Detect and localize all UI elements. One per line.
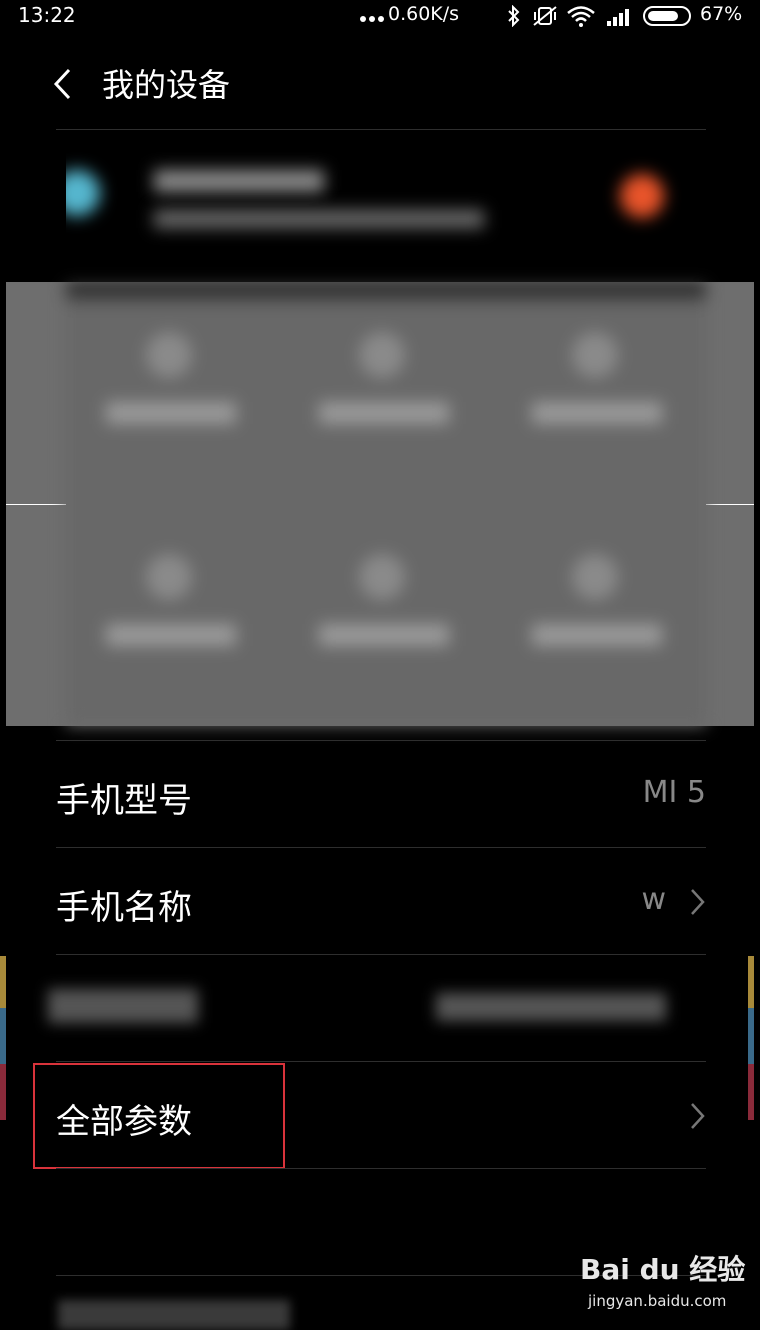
row-redacted[interactable]	[48, 955, 706, 1061]
grid-cell[interactable]	[492, 282, 705, 504]
device-status-dot-icon	[620, 174, 664, 218]
row-value: w	[641, 882, 666, 917]
grid-cell-icon	[359, 332, 405, 378]
grid-cell-label-redacted	[319, 624, 449, 646]
wifi-icon	[567, 6, 595, 27]
row-label-redacted	[58, 1300, 290, 1330]
edge-strip	[0, 1064, 6, 1120]
row-label: 手机型号	[56, 781, 192, 821]
edge-strip	[748, 1064, 754, 1120]
grid-cell[interactable]	[279, 504, 492, 726]
feature-grid-redacted	[66, 282, 706, 726]
row-value-redacted	[436, 993, 666, 1021]
grid-cell-icon	[572, 332, 618, 378]
chevron-right-icon	[691, 1103, 705, 1129]
network-speed: 0.60K/s	[388, 3, 460, 25]
edge-strip	[0, 1008, 6, 1064]
grid-cell-label-redacted	[532, 624, 662, 646]
baidu-watermark: Bai du 经验 jingyan.baidu.com	[580, 1248, 750, 1318]
grid-cell-label-redacted	[532, 402, 662, 424]
page-header: 我的设备	[0, 40, 760, 128]
battery-percent: 67%	[700, 3, 743, 25]
device-info-redacted	[154, 210, 484, 228]
row-label-redacted	[48, 989, 198, 1023]
page-title: 我的设备	[102, 66, 231, 104]
grid-cell[interactable]	[279, 282, 492, 504]
chevron-left-icon[interactable]	[52, 68, 72, 100]
panel-divider-left	[6, 504, 66, 505]
grid-cell-label-redacted	[106, 624, 236, 646]
bluetooth-icon	[508, 5, 520, 27]
row-label: 手机名称	[56, 888, 192, 928]
edge-strip	[748, 1008, 754, 1064]
vibrate-icon	[533, 6, 557, 26]
grid-cell[interactable]	[66, 282, 279, 504]
device-card[interactable]	[66, 130, 706, 290]
grid-cell[interactable]	[492, 504, 705, 726]
grid-cell[interactable]	[66, 504, 279, 726]
more-dots-icon	[360, 16, 384, 22]
device-logo-icon	[66, 170, 100, 216]
edge-strip	[0, 956, 6, 1008]
panel-divider-right	[706, 504, 754, 505]
grid-cell-icon	[146, 554, 192, 600]
grid-cell-label-redacted	[319, 402, 449, 424]
device-name-redacted	[154, 170, 324, 192]
grid-cell-icon	[572, 554, 618, 600]
edge-strip	[748, 956, 754, 1008]
status-bar: 13:22 0.60K/s 67%	[0, 0, 760, 30]
watermark-logo: Bai du 经验	[580, 1253, 746, 1286]
row-phone-name[interactable]: 手机名称 w	[56, 848, 706, 954]
grid-cell-icon	[359, 554, 405, 600]
watermark-url: jingyan.baidu.com	[588, 1292, 727, 1310]
signal-icon	[607, 9, 629, 26]
grid-cell-icon	[146, 332, 192, 378]
row-divider	[56, 1168, 706, 1169]
status-time: 13:22	[18, 3, 76, 27]
chevron-right-icon	[691, 889, 705, 915]
row-value: MI 5	[642, 775, 706, 810]
row-phone-model: 手机型号 MI 5	[56, 741, 706, 847]
highlight-box	[33, 1063, 285, 1169]
battery-icon	[643, 6, 691, 26]
grid-cell-label-redacted	[106, 402, 236, 424]
